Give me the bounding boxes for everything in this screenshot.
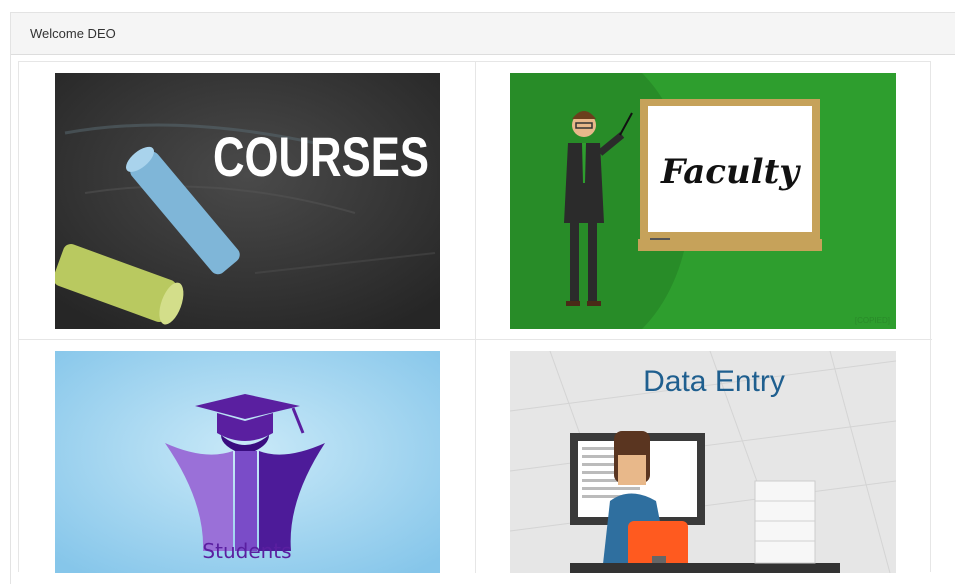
students-label: Students [202, 539, 291, 563]
faculty-image[interactable]: Faculty [COPIED] [510, 73, 896, 329]
faculty-tile[interactable]: Faculty [COPIED] [476, 62, 932, 339]
faculty-watermark: [COPIED] [855, 316, 890, 325]
courses-tile[interactable]: COURSES [19, 62, 475, 339]
data-entry-image[interactable]: Data Entry [510, 351, 896, 573]
welcome-text: Welcome DEO [30, 26, 116, 41]
panel-heading: Welcome DEO [11, 13, 955, 55]
courses-label: COURSES [213, 126, 429, 188]
students-tile[interactable]: Students [19, 340, 475, 573]
data-entry-label: Data Entry [643, 365, 785, 398]
data-entry-tile[interactable]: Data Entry [476, 340, 932, 573]
students-image[interactable]: Students [55, 351, 440, 573]
faculty-label: Faculty [660, 152, 801, 192]
module-grid: COURSES Faculty [COPIED] Students Data E… [18, 61, 932, 573]
courses-image[interactable]: COURSES [55, 73, 440, 329]
